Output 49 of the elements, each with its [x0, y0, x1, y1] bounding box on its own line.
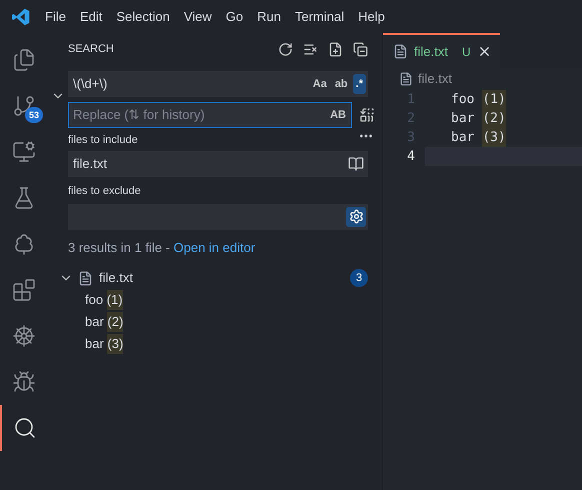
activity-bar-item[interactable]: 53	[0, 83, 47, 129]
clear-results-icon[interactable]	[303, 42, 318, 56]
menu-item[interactable]: Help	[351, 6, 392, 26]
explorer-icon	[12, 48, 36, 72]
match-row[interactable]: bar (3)	[47, 333, 382, 355]
extensions-icon	[12, 278, 36, 302]
settings-toggle[interactable]	[346, 206, 366, 226]
field-label: files to include	[68, 132, 139, 148]
gear-icon	[348, 209, 364, 224]
replace-all-icon[interactable]	[359, 107, 375, 123]
file-icon	[78, 270, 93, 286]
file-icon	[393, 44, 408, 59]
book-icon[interactable]	[348, 156, 364, 172]
menu-item[interactable]: Terminal	[288, 6, 352, 26]
search-field[interactable]: \(\d+\) Aa ab .*	[68, 71, 368, 97]
match-row[interactable]: foo (1)	[47, 289, 382, 311]
result-file-row[interactable]: file.txt 3	[47, 267, 382, 289]
code-line: bar (2)	[425, 109, 582, 128]
code-line: foo (1)	[425, 90, 582, 109]
menu-item[interactable]: Run	[250, 6, 288, 26]
code-line: bar (3)	[425, 128, 582, 147]
menu-item[interactable]: Selection	[109, 6, 177, 26]
badge: 53	[24, 107, 43, 123]
menu-item[interactable]: Edit	[72, 6, 110, 26]
git-status: U	[462, 44, 471, 60]
match-row[interactable]: bar (2)	[47, 311, 382, 333]
refresh-icon[interactable]	[278, 42, 293, 56]
results-summary: 3 results in 1 file -	[68, 240, 171, 254]
exclude-field[interactable]	[68, 204, 368, 230]
open-in-editor-link[interactable]: Open in editor	[174, 240, 256, 254]
line-number: 4	[406, 148, 416, 166]
search-option-toggle[interactable]: AB	[327, 105, 349, 125]
breadcrumb[interactable]: file.txt	[418, 69, 452, 89]
file-icon	[399, 72, 413, 86]
menu-item[interactable]: Go	[218, 6, 250, 26]
search-option-toggle[interactable]: ab	[332, 74, 351, 94]
menu-item[interactable]: File	[38, 6, 73, 26]
editor-logo-icon	[12, 8, 30, 26]
new-file-icon[interactable]	[328, 42, 343, 56]
search-option-toggle[interactable]: Aa	[310, 74, 330, 94]
field-label: files to exclude	[68, 184, 142, 199]
search-option-toggle[interactable]: .*	[352, 74, 366, 94]
menu-item[interactable]: View	[176, 6, 219, 26]
replace-field[interactable]: Replace (⇅ for history) AB	[68, 102, 352, 128]
include-field[interactable]: file.txt	[68, 151, 368, 177]
panel-title: SEARCH	[68, 42, 115, 57]
count-badge: 3	[350, 269, 368, 287]
search-icon	[12, 416, 36, 440]
collapse-all-icon[interactable]	[353, 42, 368, 56]
